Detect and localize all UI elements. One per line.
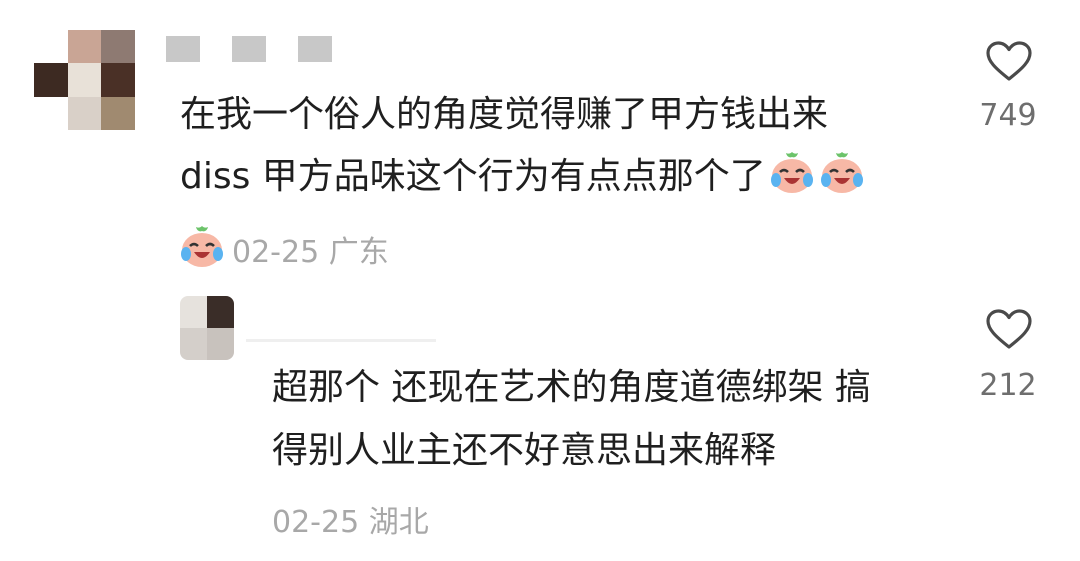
comment-date: 02-25	[272, 505, 360, 540]
comment-location: 广东	[328, 235, 389, 270]
comment-text: diss 甲方品味这个行为有点点那个了	[180, 156, 766, 197]
laughing-crying-emoji-icon	[820, 152, 863, 193]
laughing-crying-emoji-icon	[770, 152, 813, 193]
comment-text-line: 在我一个俗人的角度觉得赚了甲方钱出来	[180, 94, 829, 135]
comment-date: 02-25	[232, 235, 320, 270]
comment-text-line: 超那个 还现在艺术的角度道德绑架 搞	[272, 367, 871, 408]
comment-meta: 02-25 湖北	[272, 497, 429, 541]
comment-text-line: 得别人业主还不好意思出来解释	[272, 430, 777, 471]
comment-text-line: diss 甲方品味这个行为有点点那个了	[180, 146, 866, 208]
like-heart-icon[interactable]	[985, 40, 1033, 82]
like-count: 749	[979, 98, 1037, 133]
like-heart-icon[interactable]	[985, 308, 1033, 350]
comment-location: 湖北	[368, 505, 429, 540]
comment-meta: 02-25 广东	[178, 222, 389, 271]
commenter-avatar[interactable]	[34, 30, 135, 130]
reply-username[interactable]	[246, 339, 436, 342]
laughing-crying-emoji-icon	[181, 226, 223, 267]
reply-avatar[interactable]	[180, 296, 234, 360]
like-count: 212	[979, 368, 1037, 403]
